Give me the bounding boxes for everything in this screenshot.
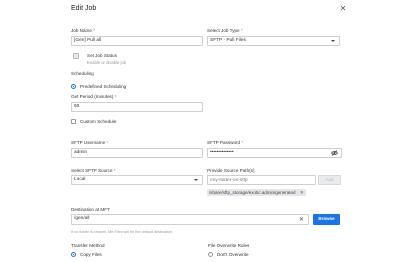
source-path-input[interactable] bbox=[207, 175, 316, 185]
sftp-source-label-text: Select SFTP Source bbox=[71, 168, 113, 173]
period-input[interactable]: 60 bbox=[71, 102, 203, 112]
path-chip: /share/sftp_storage/exotic.admin/generat… bbox=[207, 189, 306, 196]
destination-value: /gen/all bbox=[74, 216, 90, 221]
chevron-down-icon bbox=[331, 40, 335, 42]
dont-overwrite-label: Don't Overwrite bbox=[217, 252, 249, 257]
chevron-down-icon bbox=[194, 179, 198, 181]
period-label-text: Get Period (minutes) bbox=[71, 94, 114, 99]
sftp-source-select[interactable]: Local bbox=[71, 175, 203, 185]
dialog-title: Edit Job bbox=[71, 5, 97, 12]
scheduling-heading: Scheduling bbox=[71, 71, 94, 76]
required-marker: * bbox=[106, 140, 109, 145]
custom-schedule-label: Custom Schedule bbox=[80, 119, 117, 124]
sftp-password-value: •••••••••••••• bbox=[210, 150, 234, 155]
job-status-toggle[interactable] bbox=[73, 53, 79, 59]
job-name-input[interactable]: [Gen] Pull all bbox=[71, 36, 203, 46]
job-type-label: Select Job Type * bbox=[207, 28, 243, 33]
sftp-username-label-text: SFTP Username bbox=[71, 140, 106, 145]
clear-icon[interactable]: ✕ bbox=[299, 216, 304, 223]
custom-schedule-checkbox[interactable] bbox=[71, 119, 76, 124]
period-label: Get Period (minutes) * bbox=[71, 94, 116, 99]
browse-button[interactable]: Browse bbox=[313, 214, 340, 225]
sftp-password-input[interactable]: •••••••••••••• bbox=[207, 148, 342, 158]
copy-files-label: Copy Files bbox=[80, 252, 102, 257]
job-type-label-text: Select Job Type bbox=[207, 28, 240, 33]
source-paths-label: Provide Source Path(s) bbox=[207, 168, 255, 173]
job-status-hint: Enable or disable job bbox=[87, 60, 127, 65]
required-marker: * bbox=[93, 28, 96, 33]
required-marker: * bbox=[113, 168, 116, 173]
predefined-scheduling-radio[interactable] bbox=[71, 84, 76, 89]
path-chip-label: /share/sftp_storage/exotic.admin/generat… bbox=[209, 190, 296, 195]
copy-files-radio[interactable] bbox=[71, 252, 76, 257]
sftp-username-input[interactable]: admin bbox=[71, 148, 203, 158]
job-type-value: SFTP - Pull Files bbox=[210, 38, 246, 43]
eye-slash-icon[interactable] bbox=[331, 150, 338, 156]
job-name-label-text: Job Name bbox=[71, 28, 92, 33]
sftp-password-label: SFTP Password * bbox=[207, 140, 243, 145]
dont-overwrite-radio[interactable] bbox=[208, 252, 213, 257]
sftp-source-value: Local bbox=[74, 177, 86, 182]
required-marker: * bbox=[114, 94, 117, 99]
predefined-scheduling-label: Predefined Scheduling bbox=[80, 84, 127, 89]
job-type-select[interactable]: SFTP - Pull Files bbox=[207, 36, 340, 46]
chip-remove-icon[interactable]: ✕ bbox=[300, 190, 304, 195]
required-marker: * bbox=[240, 28, 243, 33]
required-marker: * bbox=[241, 140, 244, 145]
sftp-source-label: Select SFTP Source * bbox=[71, 168, 116, 173]
add-path-button[interactable]: Add bbox=[318, 175, 341, 185]
sftp-username-label: SFTP Username * bbox=[71, 140, 108, 145]
overwrite-rules-label: File Overwrite Rules bbox=[208, 243, 250, 248]
destination-label: Destination at MFT bbox=[71, 207, 110, 212]
transfer-method-label: Transfer Method bbox=[71, 243, 105, 248]
job-name-label: Job Name * bbox=[71, 28, 95, 33]
job-status-label: Set Job Status bbox=[87, 53, 117, 58]
close-icon[interactable]: ✕ bbox=[339, 5, 347, 13]
destination-hint: If no folder is chosen, Me Files will be… bbox=[71, 230, 173, 234]
destination-input[interactable]: /gen/all bbox=[71, 214, 309, 225]
sftp-password-label-text: SFTP Password bbox=[207, 140, 241, 145]
